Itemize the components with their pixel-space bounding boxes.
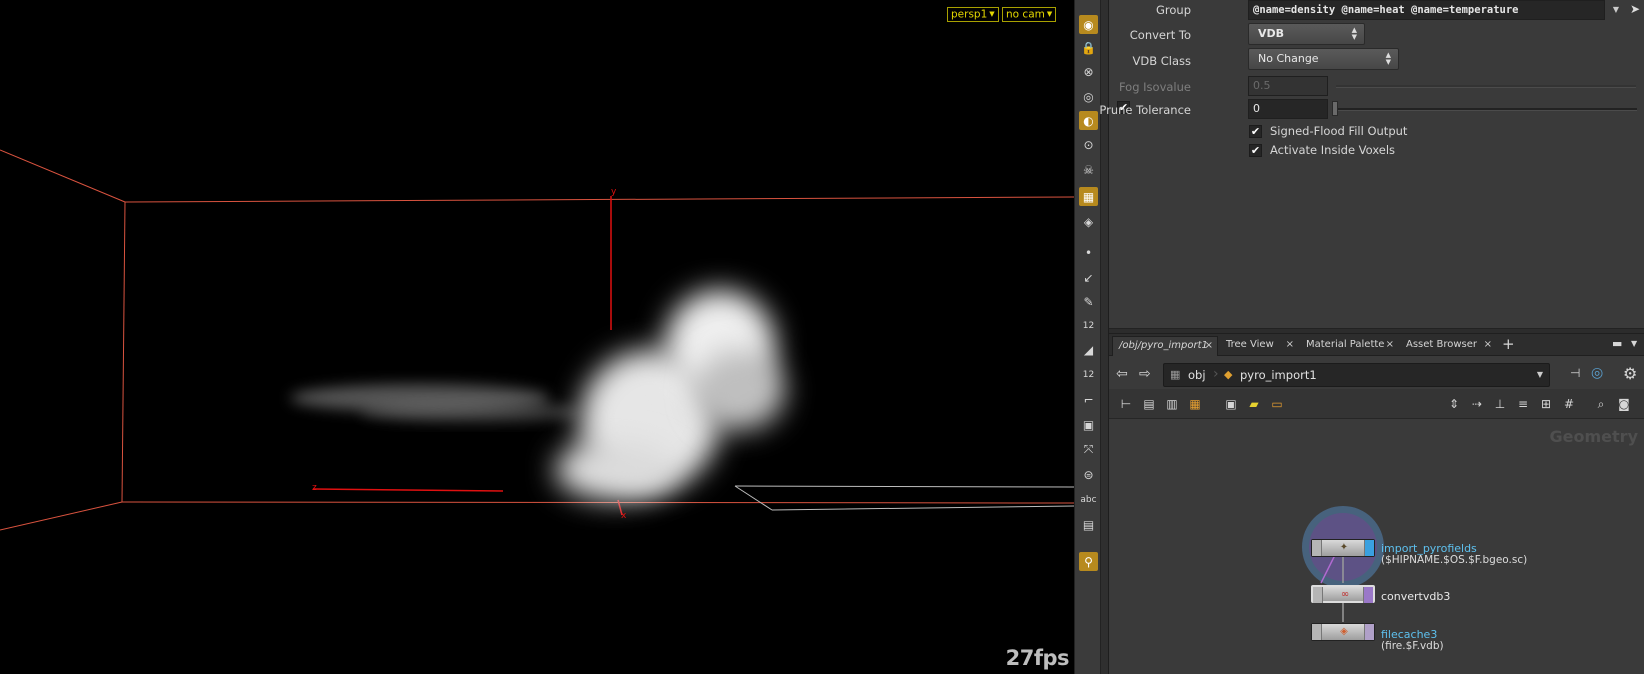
node-bypass-flag <box>1312 624 1322 640</box>
prune-tolerance-slider-handle[interactable] <box>1332 101 1338 116</box>
axis-label-y: y <box>611 187 617 197</box>
camera-menu[interactable]: persp1 ▼ <box>947 7 999 22</box>
bounding-box-icon[interactable]: ▣ <box>1079 415 1098 434</box>
handle-icon[interactable]: ⤧ <box>1079 440 1098 459</box>
group-label: Group <box>1155 3 1191 17</box>
viewport-toolbar: ◉ 🔒 ⊗ ◎ ◐ ⊙ ☠ ▦ ◈ • ↙ ✎ 12 ◢ 12 ⌐ ▣ ⤧ ⊜ … <box>1074 0 1101 674</box>
no-cam-menu[interactable]: no cam ▼ <box>1002 7 1057 22</box>
fog-isovalue-label: Fog Isovalue <box>1118 80 1191 94</box>
node-bypass-flag <box>1312 540 1322 556</box>
axis-label-x: x <box>621 511 627 521</box>
node-template-flag <box>1363 587 1373 603</box>
spinner-icon: ▲ ▼ <box>1385 51 1391 66</box>
node-subtitle: ($HIPNAME.$OS.$F.bgeo.sc) <box>1381 554 1528 566</box>
convert-to-label: Convert To <box>1129 28 1191 42</box>
activate-inside-voxels-checkbox[interactable]: ✔ <box>1249 144 1262 157</box>
shading-icon[interactable]: ◎ <box>1079 87 1098 106</box>
convert-vdb-icon: ∞ <box>1340 589 1350 600</box>
vdb-class-label: VDB Class <box>1132 54 1191 68</box>
skull-icon[interactable]: ☠ <box>1079 160 1098 179</box>
light-bulb-icon[interactable]: ◐ <box>1079 111 1098 130</box>
location-pin-icon[interactable]: ⚲ <box>1079 552 1098 571</box>
prune-tolerance-label: Prune Tolerance <box>1099 103 1191 117</box>
node-filecache3[interactable]: ◈ <box>1311 623 1375 641</box>
fog-isovalue-field: 0.5 <box>1248 76 1328 96</box>
visibility-icon[interactable]: ◈ <box>1079 212 1098 231</box>
convert-to-menu[interactable]: VDB ▲ ▼ <box>1248 23 1365 45</box>
point-numbers-icon[interactable]: 12 <box>1079 316 1098 335</box>
node-wires <box>1302 506 1384 622</box>
prune-tolerance-field[interactable]: 0 <box>1248 99 1328 119</box>
node-bypass-flag <box>1313 587 1323 603</box>
select-arrow-icon[interactable]: ➤ <box>1627 0 1643 18</box>
vector-icon[interactable]: ⌐ <box>1079 390 1098 409</box>
node-subtitle: (fire.$F.vdb) <box>1381 640 1444 652</box>
pin-icon[interactable]: ⊙ <box>1079 135 1098 154</box>
parameters-pane: Group @name=density @name=heat @name=tem… <box>1099 0 1644 333</box>
image-icon[interactable]: ▤ <box>1079 515 1098 534</box>
scene-viewport[interactable]: persp1 ▼ no cam ▼ y z x 27fps <box>0 0 1074 674</box>
prim-numbers-icon[interactable]: 12 <box>1079 365 1098 384</box>
viewport-scene <box>0 149 1074 531</box>
convert-to-value: VDB <box>1258 27 1285 40</box>
activate-inside-voxels-label: Activate Inside Voxels <box>1270 143 1396 157</box>
node-import-pyrofields[interactable]: ✦ <box>1311 539 1375 557</box>
node-display-flag <box>1364 540 1374 556</box>
signed-flood-fill-label: Signed-Flood Fill Output <box>1270 124 1408 138</box>
vdb-class-menu[interactable]: No Change ▲ ▼ <box>1248 48 1399 70</box>
display-options-icon[interactable]: ◉ <box>1079 15 1098 34</box>
axis-label-z: z <box>312 483 317 493</box>
smoke-volume <box>290 290 785 500</box>
spinner-icon: ▲ ▼ <box>1351 26 1357 41</box>
grid-icon[interactable]: ⊜ <box>1079 465 1098 484</box>
primitive-icon[interactable]: ◢ <box>1079 340 1098 359</box>
signed-flood-fill-checkbox[interactable]: ✔ <box>1249 125 1262 138</box>
node-convertvdb3[interactable]: ∞ <box>1311 585 1375 603</box>
ground-outline <box>734 485 1074 511</box>
background-icon[interactable]: ▦ <box>1079 187 1098 206</box>
brush-icon[interactable]: ✎ <box>1079 292 1098 311</box>
network-editor: /obj/pyro_import1 × Tree View × Material P… <box>1109 333 1644 674</box>
file-cache-icon: ◈ <box>1340 626 1348 637</box>
fog-isovalue-slider <box>1336 85 1636 88</box>
ghost-icon[interactable]: ⊗ <box>1079 62 1098 81</box>
pane-splitter[interactable] <box>1101 0 1109 674</box>
point-icon[interactable]: • <box>1079 243 1098 262</box>
text-tool-icon[interactable]: abc <box>1079 490 1098 509</box>
file-node-icon: ✦ <box>1339 542 1349 553</box>
group-field[interactable]: @name=density @name=heat @name=temperatu… <box>1248 0 1605 20</box>
bounding-box <box>0 149 1074 531</box>
fps-counter: 27fps <box>1005 646 1070 670</box>
lock-icon[interactable]: 🔒 <box>1079 38 1098 57</box>
group-dropdown-arrow-icon[interactable]: ▼ <box>1608 2 1624 18</box>
prune-tolerance-slider[interactable] <box>1335 108 1637 111</box>
node-template-flag <box>1364 624 1374 640</box>
node-name[interactable]: convertvdb3 <box>1381 590 1450 603</box>
vdb-class-value: No Change <box>1258 52 1319 65</box>
normal-icon[interactable]: ↙ <box>1079 268 1098 287</box>
